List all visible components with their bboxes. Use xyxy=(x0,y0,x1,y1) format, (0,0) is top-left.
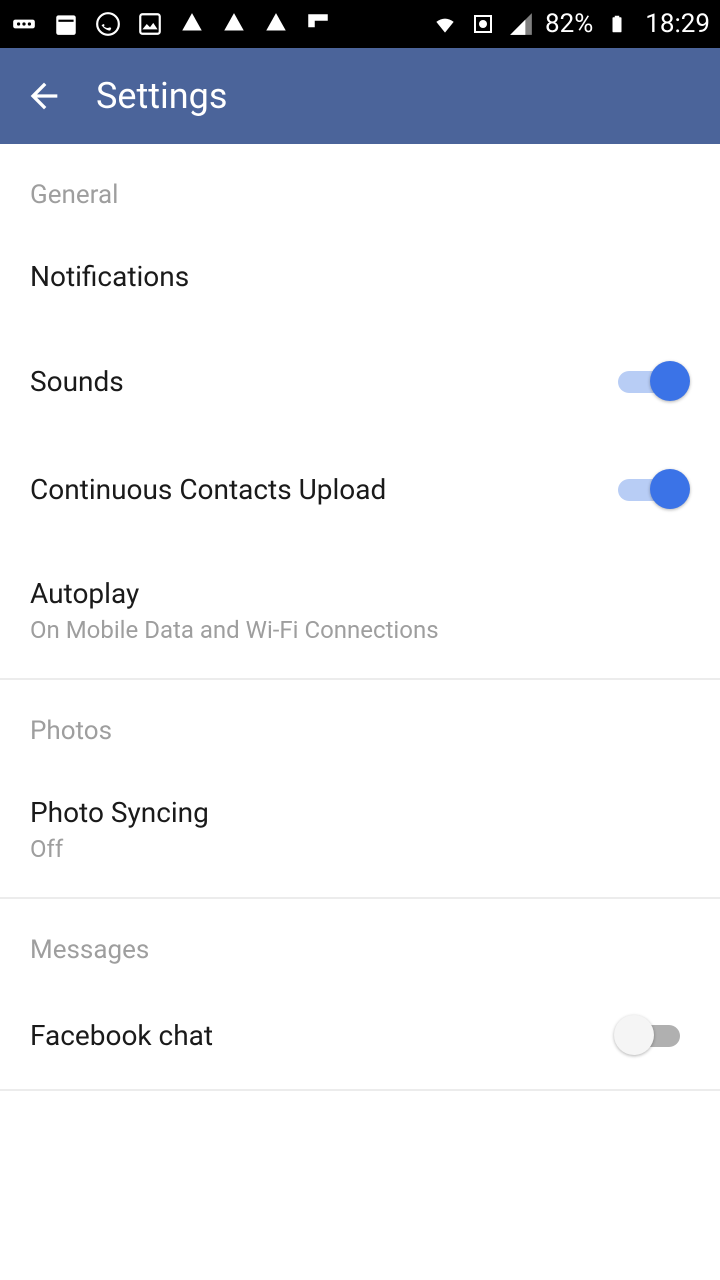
battery-percent: 82% xyxy=(545,9,593,39)
image-icon xyxy=(136,10,164,38)
setting-subtitle: On Mobile Data and Wi-Fi Connections xyxy=(30,616,690,644)
setting-title: Autoplay xyxy=(30,577,690,610)
sounds-toggle[interactable] xyxy=(618,361,690,401)
status-left-icons xyxy=(10,10,332,38)
setting-subtitle: Off xyxy=(30,835,690,863)
setting-sounds[interactable]: Sounds xyxy=(0,327,720,435)
setting-facebook-chat[interactable]: Facebook chat xyxy=(0,981,720,1089)
setting-title: Photo Syncing xyxy=(30,796,690,829)
section-header-photos: Photos xyxy=(0,680,720,762)
signal-icon xyxy=(507,10,535,38)
switch-thumb xyxy=(650,361,690,401)
page-title: Settings xyxy=(96,75,227,117)
contacts-upload-toggle[interactable] xyxy=(618,469,690,509)
setting-autoplay[interactable]: Autoplay On Mobile Data and Wi-Fi Connec… xyxy=(0,543,720,678)
setting-title: Continuous Contacts Upload xyxy=(30,473,618,506)
status-bar: 82% 18:29 xyxy=(0,0,720,48)
setting-title: Facebook chat xyxy=(30,1019,618,1052)
app-bar: Settings xyxy=(0,48,720,144)
wifi-icon xyxy=(431,10,459,38)
battery-icon xyxy=(603,10,631,38)
facebook-chat-toggle[interactable] xyxy=(618,1015,690,1055)
calendar-icon xyxy=(52,10,80,38)
arrow-left-icon xyxy=(24,76,64,116)
switch-thumb xyxy=(614,1015,654,1055)
drive-icon-3 xyxy=(262,10,290,38)
data-icon xyxy=(469,10,497,38)
whatsapp-icon xyxy=(94,10,122,38)
status-right-icons: 82% 18:29 xyxy=(431,9,710,39)
setting-photo-syncing[interactable]: Photo Syncing Off xyxy=(0,762,720,897)
section-header-general: General xyxy=(0,144,720,226)
drive-icon-1 xyxy=(178,10,206,38)
drive-icon-2 xyxy=(220,10,248,38)
setting-title: Sounds xyxy=(30,365,618,398)
more-icon xyxy=(10,10,38,38)
back-button[interactable] xyxy=(20,72,68,120)
settings-content: General Notifications Sounds Continuous … xyxy=(0,144,720,1091)
switch-thumb xyxy=(650,469,690,509)
divider xyxy=(0,1089,720,1091)
setting-contacts-upload[interactable]: Continuous Contacts Upload xyxy=(0,435,720,543)
flipboard-icon xyxy=(304,10,332,38)
clock: 18:29 xyxy=(645,9,710,39)
section-header-messages: Messages xyxy=(0,899,720,981)
setting-notifications[interactable]: Notifications xyxy=(0,226,720,327)
setting-title: Notifications xyxy=(30,260,690,293)
